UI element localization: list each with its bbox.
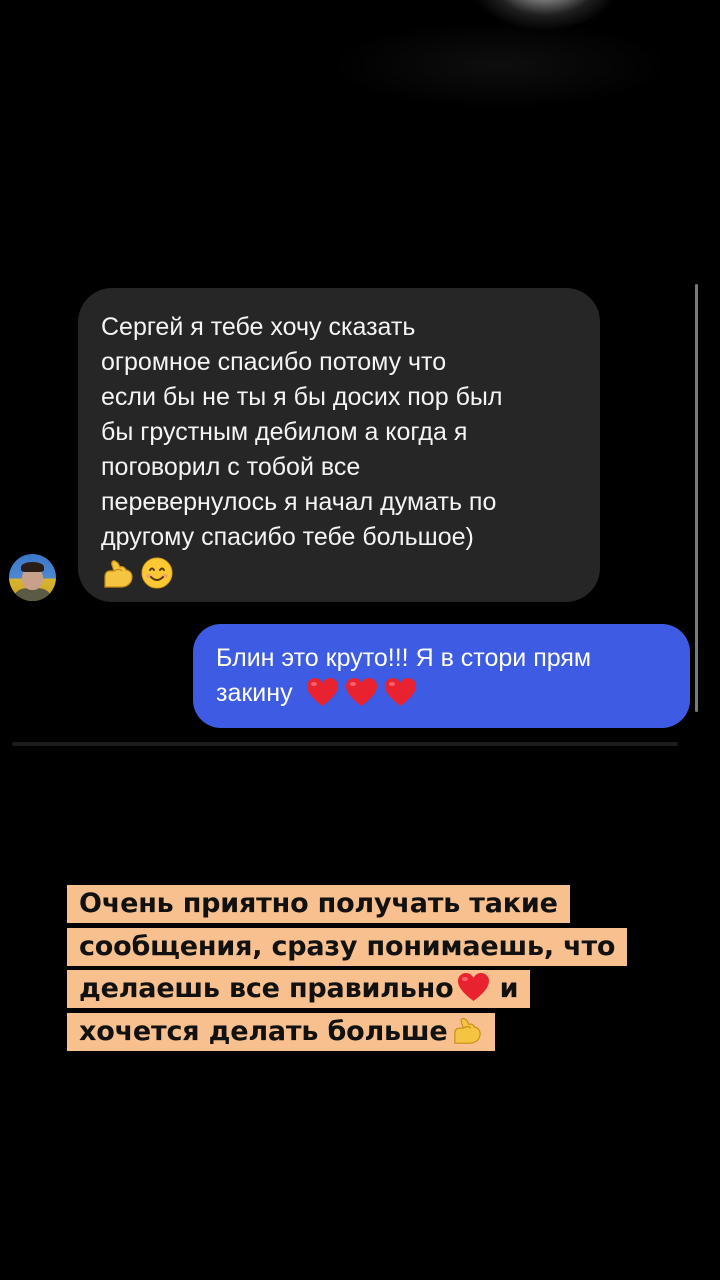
incoming-message-bubble[interactable]: Сергей я тебе хочу сказать огромное спас… xyxy=(78,288,600,602)
incoming-message-line: если бы не ты я бы досих пор был xyxy=(101,383,503,411)
incoming-message-line: Сергей я тебе хочу сказать xyxy=(101,313,416,341)
caption-text: Очень приятно получать такие xyxy=(67,885,570,923)
divider xyxy=(12,742,678,746)
caption-line-4: хочется делать больше xyxy=(67,1011,687,1054)
heart-emoji-group xyxy=(306,677,417,707)
story-caption: Очень приятно получать такие сообщения, … xyxy=(67,883,687,1053)
red-heart-icon xyxy=(457,972,490,1002)
caption-line-2: сообщения, сразу понимаешь, что xyxy=(67,926,687,969)
incoming-message-line: перевернулось я начал думать по xyxy=(101,488,497,516)
incoming-message-line: поговорил с тобой все xyxy=(101,453,361,481)
flexed-biceps-icon xyxy=(101,557,135,589)
incoming-message-line: огромное спасибо потому что xyxy=(101,348,447,376)
caption-highlight-3: делаешь все правильно и xyxy=(67,970,531,1008)
incoming-message-line: другому спасибо тебе большое) xyxy=(101,523,474,551)
flexed-biceps-icon xyxy=(451,1015,483,1045)
outgoing-message-bubble[interactable]: Блин это круто!!! Я в стори прям закину xyxy=(193,624,690,728)
caption-text: и xyxy=(499,973,519,1004)
incoming-message-line: бы грустным дебилом а когда я xyxy=(101,418,468,446)
avatar[interactable] xyxy=(9,554,56,601)
outgoing-message-text: закину xyxy=(216,679,293,707)
caption-line-3: делаешь все правильно и xyxy=(67,968,687,1011)
smiling-face-icon xyxy=(141,557,173,589)
outgoing-message-line-2: закину xyxy=(216,676,670,711)
background-smudge xyxy=(330,20,670,110)
scrollbar[interactable] xyxy=(695,284,698,712)
outgoing-message-line: Блин это круто!!! Я в стори прям xyxy=(216,644,592,672)
incoming-emoji-row xyxy=(101,555,580,590)
red-heart-icon xyxy=(384,677,417,707)
caption-text: хочется делать больше xyxy=(79,1015,448,1047)
caption-text: сообщения, сразу понимаешь, что xyxy=(67,927,628,966)
caption-highlight-4: хочется делать больше xyxy=(67,1012,496,1051)
caption-text: делаешь все правильно xyxy=(79,973,454,1004)
caption-line-1: Очень приятно получать такие xyxy=(67,883,687,926)
avatar-hair xyxy=(21,562,44,572)
red-heart-icon xyxy=(306,677,339,707)
red-heart-icon xyxy=(345,677,378,707)
